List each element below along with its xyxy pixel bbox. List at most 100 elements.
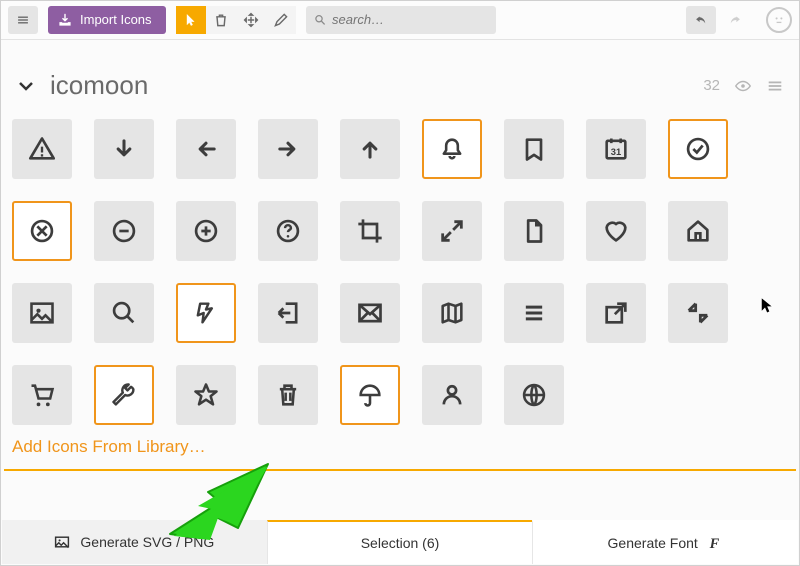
- icon-globe[interactable]: [504, 365, 564, 425]
- icon-menu[interactable]: [504, 283, 564, 343]
- icon-map[interactable]: [422, 283, 482, 343]
- selection-tab[interactable]: Selection (6): [267, 520, 533, 564]
- move-icon: [243, 12, 259, 28]
- icon-contract[interactable]: [668, 283, 728, 343]
- collapse-icon[interactable]: [16, 76, 36, 96]
- wrench-icon: [110, 381, 138, 409]
- account-button[interactable]: [766, 7, 792, 33]
- generate-font-tab[interactable]: Generate Font: [532, 520, 798, 564]
- set-count: 32: [703, 77, 720, 94]
- pencil-icon: [273, 12, 289, 28]
- plus-circle-icon: [192, 217, 220, 245]
- arrow-right-icon: [274, 135, 302, 163]
- edit-mode-button[interactable]: [266, 6, 296, 34]
- face-icon: [771, 12, 787, 28]
- icon-trash[interactable]: [258, 365, 318, 425]
- trash-icon: [274, 381, 302, 409]
- mode-buttons: [176, 6, 296, 34]
- icon-file[interactable]: [504, 201, 564, 261]
- icon-umbrella[interactable]: [340, 365, 400, 425]
- bookmark-icon: [520, 135, 548, 163]
- divider: [4, 469, 796, 471]
- undo-icon: [694, 13, 708, 27]
- file-icon: [520, 217, 548, 245]
- generate-svg-label: Generate SVG / PNG: [80, 534, 214, 550]
- icon-bolt[interactable]: [176, 283, 236, 343]
- user-icon: [438, 381, 466, 409]
- icon-expand[interactable]: [422, 201, 482, 261]
- icon-star[interactable]: [176, 365, 236, 425]
- icon-external-link[interactable]: [586, 283, 646, 343]
- history-buttons: [686, 6, 750, 34]
- icon-search[interactable]: [94, 283, 154, 343]
- icon-crop[interactable]: [340, 201, 400, 261]
- search-input[interactable]: [332, 12, 487, 27]
- calendar-date-icon: [602, 135, 630, 163]
- star-icon: [192, 381, 220, 409]
- icon-user[interactable]: [422, 365, 482, 425]
- umbrella-icon: [356, 381, 384, 409]
- icon-alert-triangle[interactable]: [12, 119, 72, 179]
- trash-icon: [213, 12, 229, 28]
- icon-mail[interactable]: [340, 283, 400, 343]
- search-icon: [110, 299, 138, 327]
- menu-icon: [520, 299, 548, 327]
- icon-check-circle[interactable]: [668, 119, 728, 179]
- icon-plus-circle[interactable]: [176, 201, 236, 261]
- home-icon: [684, 217, 712, 245]
- add-icons-from-library-link[interactable]: Add Icons From Library…: [0, 425, 800, 465]
- icon-help-circle[interactable]: [258, 201, 318, 261]
- icon-heart[interactable]: [586, 201, 646, 261]
- globe-icon: [520, 381, 548, 409]
- bolt-icon: [192, 299, 220, 327]
- icon-image[interactable]: [12, 283, 72, 343]
- visibility-icon[interactable]: [734, 77, 752, 95]
- move-mode-button[interactable]: [236, 6, 266, 34]
- icon-minus-circle[interactable]: [94, 201, 154, 261]
- search-box[interactable]: [306, 6, 496, 34]
- icon-cart[interactable]: [12, 365, 72, 425]
- check-circle-icon: [684, 135, 712, 163]
- generate-svg-png-tab[interactable]: Generate SVG / PNG: [2, 520, 267, 564]
- delete-mode-button[interactable]: [206, 6, 236, 34]
- font-icon: [708, 535, 724, 551]
- icon-arrow-down[interactable]: [94, 119, 154, 179]
- icon-bookmark[interactable]: [504, 119, 564, 179]
- picture-icon: [54, 534, 70, 550]
- arrow-up-icon: [356, 135, 384, 163]
- import-label: Import Icons: [80, 12, 152, 27]
- icon-bell[interactable]: [422, 119, 482, 179]
- icon-arrow-left[interactable]: [176, 119, 236, 179]
- cart-icon: [28, 381, 56, 409]
- icon-grid: [12, 119, 788, 425]
- import-icons-button[interactable]: Import Icons: [48, 6, 166, 34]
- cursor-icon: [183, 12, 199, 28]
- select-mode-button[interactable]: [176, 6, 206, 34]
- alert-triangle-icon: [28, 135, 56, 163]
- icon-home[interactable]: [668, 201, 728, 261]
- generate-font-label: Generate Font: [608, 535, 698, 551]
- arrow-down-icon: [110, 135, 138, 163]
- icon-arrow-right[interactable]: [258, 119, 318, 179]
- toolbar: Import Icons: [0, 0, 800, 40]
- import-icon: [58, 13, 72, 27]
- icon-cancel-circle[interactable]: [12, 201, 72, 261]
- minus-circle-icon: [110, 217, 138, 245]
- set-menu-icon[interactable]: [766, 77, 784, 95]
- image-icon: [28, 299, 56, 327]
- cancel-circle-icon: [28, 217, 56, 245]
- arrow-left-icon: [192, 135, 220, 163]
- undo-button[interactable]: [686, 6, 716, 34]
- menu-button[interactable]: [8, 6, 38, 34]
- heart-icon: [602, 217, 630, 245]
- icon-arrow-up[interactable]: [340, 119, 400, 179]
- icon-wrench[interactable]: [94, 365, 154, 425]
- footer-tabs: Generate SVG / PNG Selection (6) Generat…: [2, 520, 798, 564]
- mail-icon: [356, 299, 384, 327]
- map-icon: [438, 299, 466, 327]
- icon-calendar-date[interactable]: [586, 119, 646, 179]
- icon-logout[interactable]: [258, 283, 318, 343]
- selection-label: Selection (6): [361, 535, 440, 551]
- external-link-icon: [602, 299, 630, 327]
- redo-button[interactable]: [720, 6, 750, 34]
